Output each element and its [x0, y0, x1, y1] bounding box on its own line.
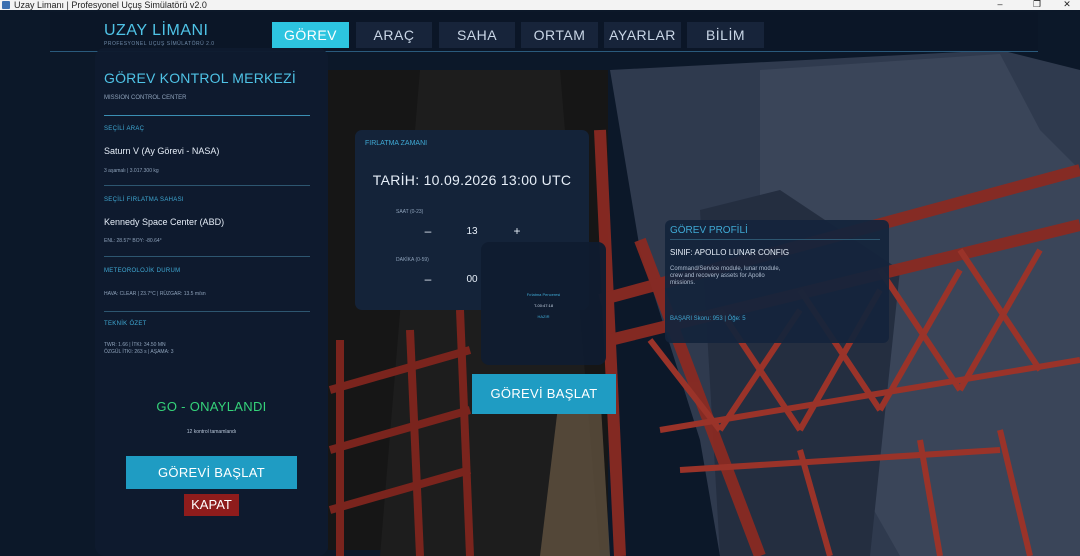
minute-decrement-button[interactable]: – — [418, 272, 438, 286]
launch-time-label: FIRLATMA ZAMANI — [365, 140, 428, 147]
tab-arac[interactable]: ARAÇ — [356, 22, 432, 48]
hour-value: 13 — [466, 226, 478, 237]
technical-summary-label: TEKNİK ÖZET — [104, 321, 147, 327]
minute-label: DAKİKA (0-59) — [396, 257, 429, 263]
divider — [104, 311, 310, 312]
app-header: UZAY LİMANI PROFESYONEL UÇUŞ SİMÜLATÖRÜ … — [50, 12, 1038, 52]
technical-summary-detail: TWR: 1.66 | İTKI: 34.50 MN — [104, 342, 166, 348]
close-window-button[interactable]: ✕ — [1052, 0, 1080, 10]
checks-complete-text: 12 kontrol tamamlandı — [186, 429, 237, 435]
launch-site-detail: ENL: 28.57° BOY: -80.64° — [104, 238, 162, 244]
weather-label: METEOROLOJİK DURUM — [104, 268, 181, 274]
countdown-card: Fırlatma Penceresi T-00:47:18 HAZIR — [481, 242, 606, 365]
app-icon — [2, 1, 10, 9]
divider — [104, 185, 310, 186]
mission-profile-panel: GÖREV PROFİLİ SINIF: APOLLO LUNAR CONFIG… — [665, 220, 889, 343]
mission-class: SINIF: APOLLO LUNAR CONFIG — [670, 248, 790, 257]
go-status: GO - ONAYLANDI — [156, 399, 267, 414]
panel-subtitle: MISSION CONTROL CENTER — [104, 95, 187, 101]
divider — [104, 256, 310, 257]
close-button[interactable]: KAPAT — [184, 494, 239, 516]
countdown-timer: T-00:47:18 — [533, 303, 554, 308]
selected-vehicle-label: SEÇİLİ ARAÇ — [104, 126, 145, 132]
mission-profile-title: GÖREV PROFİLİ — [670, 225, 748, 236]
start-mission-button[interactable]: GÖREVİ BAŞLAT — [126, 456, 297, 489]
app-brand-subtitle: PROFESYONEL UÇUŞ SİMÜLATÖRÜ 2.0 — [104, 41, 215, 47]
hour-label: SAAT (0-23) — [396, 209, 424, 215]
technical-summary-detail-2: ÖZGÜL İTKI: 263 s | AŞAMA: 3 — [104, 349, 174, 355]
countdown-status: HAZIR — [537, 314, 550, 319]
launch-site-value: Kennedy Space Center (ABD) — [104, 217, 225, 227]
weather-detail: HAVA: CLEAR | 23.7°C | RÜZGAR: 13.5 m/sn — [104, 291, 206, 297]
start-mission-button-center[interactable]: GÖREVİ BAŞLAT — [472, 374, 616, 414]
tab-gorev[interactable]: GÖREV — [272, 22, 349, 48]
divider — [670, 239, 880, 240]
selected-vehicle-value: Saturn V (Ay Görevi - NASA) — [104, 146, 220, 156]
countdown-title: Fırlatma Penceresi — [526, 292, 561, 297]
launch-date-text: TARİH: 10.09.2026 13:00 UTC — [372, 172, 572, 188]
divider — [104, 115, 310, 116]
maximize-button[interactable]: ❐ — [1022, 0, 1052, 10]
app-brand-name: UZAY LİMANI — [104, 22, 209, 39]
panel-title: GÖREV KONTROL MERKEZİ — [104, 70, 296, 86]
hour-decrement-button[interactable]: – — [418, 224, 438, 238]
launch-site-label: SEÇİLİ FIRLATMA SAHASI — [104, 197, 184, 203]
tab-bilim[interactable]: BİLİM — [687, 22, 764, 48]
tab-ayarlar[interactable]: AYARLAR — [604, 22, 681, 48]
minimize-button[interactable]: – — [985, 0, 1015, 10]
hour-increment-button[interactable]: + — [507, 224, 527, 238]
mission-description: Command/Service module, lunar module, cr… — [670, 266, 781, 286]
selected-vehicle-detail: 3 aşamalı | 3.017.300 kg — [104, 168, 159, 174]
mission-stats: BAŞARI Skoru: 953 | Öğe: 5 — [670, 316, 746, 322]
window-title: Uzay Limanı | Profesyonel Uçuş Simülatör… — [14, 0, 207, 10]
tab-saha[interactable]: SAHA — [439, 22, 515, 48]
window-titlebar: Uzay Limanı | Profesyonel Uçuş Simülatör… — [0, 0, 1080, 10]
tab-ortam[interactable]: ORTAM — [521, 22, 598, 48]
mission-control-panel: GÖREV KONTROL MERKEZİ MISSION CONTROL CE… — [95, 48, 328, 556]
